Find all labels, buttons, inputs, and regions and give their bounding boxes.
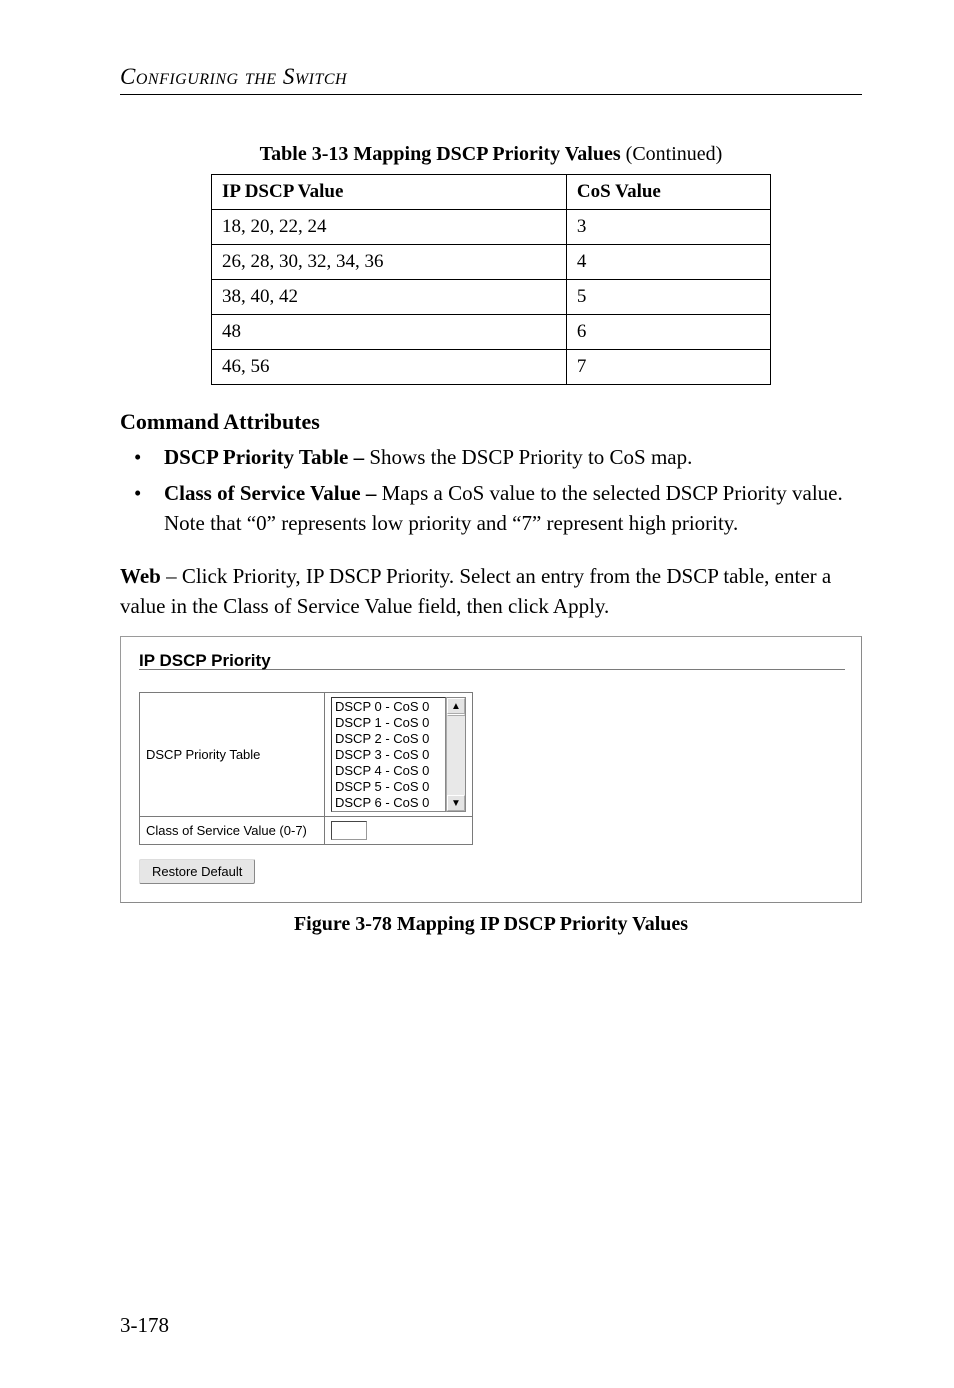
table-caption-lead: Table 3-13 Mapping DSCP Priority Values xyxy=(260,143,621,165)
cell-dscp: 26, 28, 30, 32, 34, 36 xyxy=(212,245,567,280)
list-item[interactable]: DSCP 3 - CoS 0 xyxy=(335,747,442,763)
scroll-up-button[interactable]: ▲ xyxy=(447,698,465,714)
scroll-down-button[interactable]: ▼ xyxy=(447,795,465,811)
cell-cos: 7 xyxy=(566,350,770,385)
cell-cos: 4 xyxy=(566,245,770,280)
command-attributes-heading: Command Attributes xyxy=(120,409,862,435)
table-caption-tail: (Continued) xyxy=(621,143,723,165)
list-item[interactable]: DSCP 2 - CoS 0 xyxy=(335,731,442,747)
list-item: DSCP Priority Table – Shows the DSCP Pri… xyxy=(120,443,862,473)
web-text: – Click Priority, IP DSCP Priority. Sele… xyxy=(120,564,831,618)
table-row: 26, 28, 30, 32, 34, 36 4 xyxy=(212,245,771,280)
list-item-text: Shows the DSCP Priority to CoS map. xyxy=(364,445,692,469)
dscp-listbox[interactable]: DSCP 0 - CoS 0 DSCP 1 - CoS 0 DSCP 2 - C… xyxy=(331,697,466,812)
listbox-scrollbar[interactable]: ▲ ▼ xyxy=(446,697,466,812)
cell-dscp: 48 xyxy=(212,315,567,350)
table-row: 48 6 xyxy=(212,315,771,350)
cell-dscp: 38, 40, 42 xyxy=(212,280,567,315)
dscp-listbox-items[interactable]: DSCP 0 - CoS 0 DSCP 1 - CoS 0 DSCP 2 - C… xyxy=(331,697,446,812)
panel-form-table: DSCP Priority Table DSCP 0 - CoS 0 DSCP … xyxy=(139,692,473,845)
header-title: Configuring the Switch xyxy=(120,64,347,89)
dscp-table-label: DSCP Priority Table xyxy=(140,693,325,817)
cos-value-input[interactable] xyxy=(331,821,367,840)
chevron-down-icon: ▼ xyxy=(451,798,461,809)
table-row: 46, 56 7 xyxy=(212,350,771,385)
page-header-section: Configuring the Switch xyxy=(120,64,862,90)
list-item: Class of Service Value – Maps a CoS valu… xyxy=(120,479,862,539)
chevron-up-icon: ▲ xyxy=(451,701,461,712)
cell-cos: 3 xyxy=(566,210,770,245)
table-row: Class of Service Value (0-7) xyxy=(140,817,473,845)
cell-cos: 5 xyxy=(566,280,770,315)
page-number: 3-178 xyxy=(120,1313,169,1338)
cell-dscp: 18, 20, 22, 24 xyxy=(212,210,567,245)
table-row: 18, 20, 22, 24 3 xyxy=(212,210,771,245)
list-item-label: DSCP Priority Table – xyxy=(164,445,364,469)
table-caption: Table 3-13 Mapping DSCP Priority Values … xyxy=(120,143,862,166)
dscp-mapping-table: IP DSCP Value CoS Value 18, 20, 22, 24 3… xyxy=(211,174,771,385)
dscp-table-cell: DSCP 0 - CoS 0 DSCP 1 - CoS 0 DSCP 2 - C… xyxy=(325,693,473,817)
restore-default-button[interactable]: Restore Default xyxy=(139,859,255,884)
list-item[interactable]: DSCP 4 - CoS 0 xyxy=(335,763,442,779)
list-item[interactable]: DSCP 5 - CoS 0 xyxy=(335,779,442,795)
table-row: DSCP Priority Table DSCP 0 - CoS 0 DSCP … xyxy=(140,693,473,817)
panel-title: IP DSCP Priority xyxy=(139,651,845,671)
cos-value-cell xyxy=(325,817,473,845)
header-rule xyxy=(120,94,862,95)
dscp-priority-panel: IP DSCP Priority DSCP Priority Table DSC… xyxy=(120,636,862,903)
web-paragraph: Web – Click Priority, IP DSCP Priority. … xyxy=(120,562,862,622)
th-dscp: IP DSCP Value xyxy=(212,175,567,210)
table-row: 38, 40, 42 5 xyxy=(212,280,771,315)
cell-cos: 6 xyxy=(566,315,770,350)
command-attributes-list: DSCP Priority Table – Shows the DSCP Pri… xyxy=(120,443,862,538)
list-item[interactable]: DSCP 6 - CoS 0 xyxy=(335,795,442,811)
web-lead: Web xyxy=(120,564,161,588)
cell-dscp: 46, 56 xyxy=(212,350,567,385)
cos-value-label: Class of Service Value (0-7) xyxy=(140,817,325,845)
table-header-row: IP DSCP Value CoS Value xyxy=(212,175,771,210)
list-item-label: Class of Service Value – xyxy=(164,481,376,505)
th-cos: CoS Value xyxy=(566,175,770,210)
list-item[interactable]: DSCP 1 - CoS 0 xyxy=(335,715,442,731)
scroll-thumb[interactable] xyxy=(447,714,465,716)
figure-caption: Figure 3-78 Mapping IP DSCP Priority Val… xyxy=(120,913,862,936)
list-item[interactable]: DSCP 0 - CoS 0 xyxy=(335,699,442,715)
